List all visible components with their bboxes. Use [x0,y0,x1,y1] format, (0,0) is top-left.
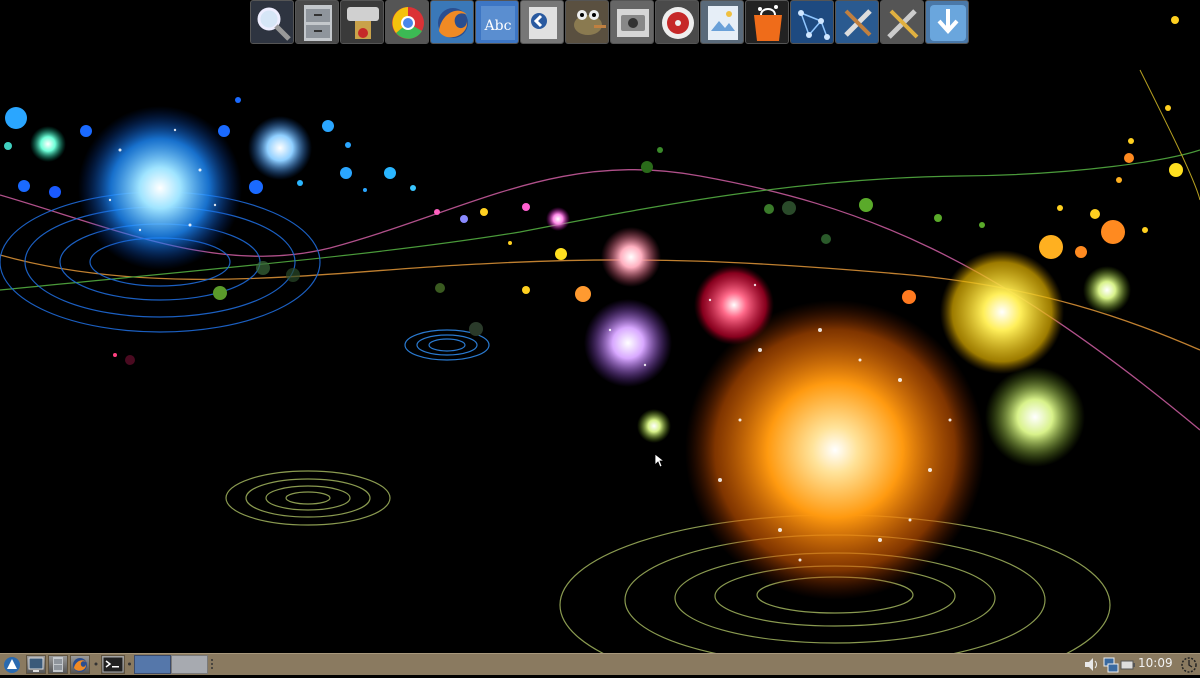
firefox-icon[interactable] [430,0,474,44]
download-icon[interactable] [925,0,969,44]
system-tools-icon[interactable] [835,0,879,44]
volume-icon[interactable] [1083,655,1101,674]
battery-icon[interactable] [1120,655,1136,674]
application-dock: Abc [250,0,969,46]
taskbar: 10:09 [0,653,1200,675]
network-icon[interactable] [790,0,834,44]
taskbar-separator [127,655,132,674]
taskbar-separator [93,655,99,674]
settings-tools-icon[interactable] [880,0,924,44]
show-desktop-icon[interactable] [26,655,46,674]
file-manager-icon[interactable] [48,655,68,674]
installer-icon[interactable] [520,0,564,44]
terminal-icon[interactable] [101,655,125,674]
image-viewer-icon[interactable] [700,0,744,44]
cd-burner-icon[interactable] [340,0,384,44]
network-status-icon[interactable] [1102,655,1120,674]
clock[interactable]: 10:09 [1138,656,1173,670]
desktop[interactable]: Abc [0,0,1200,653]
abiword-icon[interactable]: Abc [475,0,519,44]
start-menu-icon[interactable] [2,655,22,674]
music-player-icon[interactable] [655,0,699,44]
svg-text:Abc: Abc [484,18,512,34]
file-cabinet-icon[interactable] [295,0,339,44]
chrome-icon[interactable] [385,0,429,44]
search-icon[interactable] [250,0,294,44]
screenshot-icon[interactable] [610,0,654,44]
mouse-pointer [655,454,665,468]
taskbar-separator [210,655,214,674]
workspace-1[interactable] [134,655,171,674]
package-manager-icon[interactable] [745,0,789,44]
workspace-2[interactable] [171,655,208,674]
gimp-icon[interactable] [565,0,609,44]
clock-icon[interactable] [1180,655,1198,674]
wallpaper [0,16,1200,653]
browser-icon[interactable] [70,655,90,674]
